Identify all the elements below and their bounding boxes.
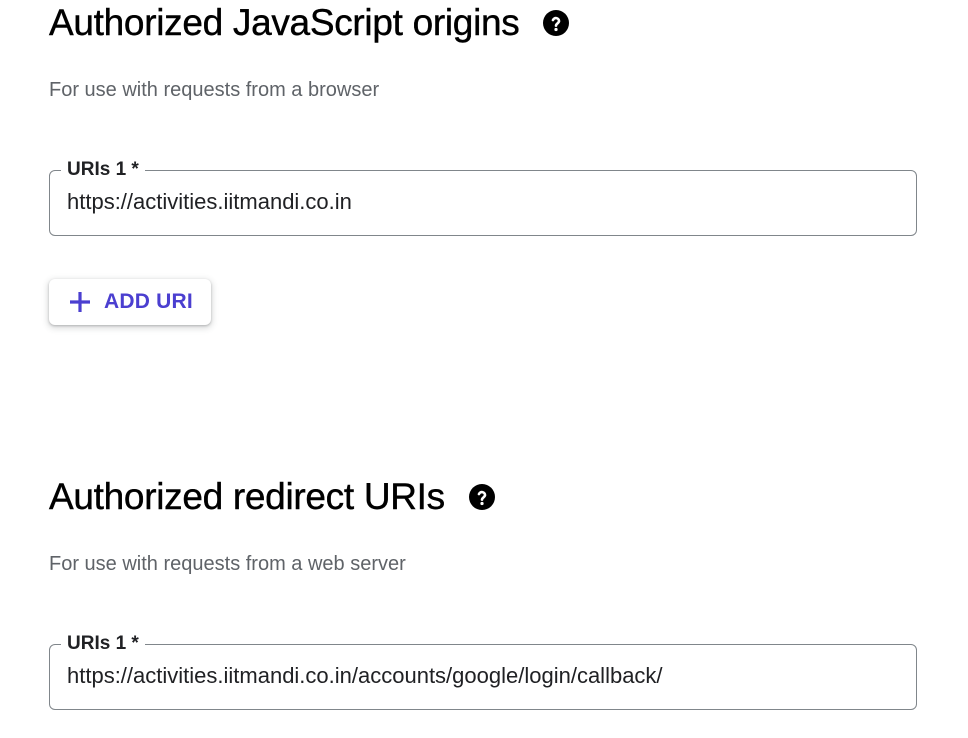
redirect-uri-input[interactable] — [67, 661, 897, 691]
js-origins-heading-row: Authorized JavaScript origins — [49, 0, 919, 46]
js-origins-section: Authorized JavaScript origins For use wi… — [49, 0, 919, 325]
js-origins-subtitle: For use with requests from a browser — [49, 79, 380, 101]
js-origins-title: Authorized JavaScript origins — [49, 2, 520, 43]
js-origin-uri-input[interactable] — [67, 187, 897, 217]
js-origin-uri-field[interactable]: URIs 1 * — [49, 157, 917, 236]
js-origin-uri-label: URIs 1 * — [61, 157, 145, 183]
redirect-uris-title: Authorized redirect URIs — [49, 476, 446, 517]
redirect-uri-label: URIs 1 * — [61, 631, 145, 657]
help-circle-icon[interactable] — [543, 10, 570, 36]
add-uri-button[interactable]: ADD URI — [49, 279, 211, 325]
add-uri-label: ADD URI — [104, 290, 193, 313]
oauth-client-settings: Authorized JavaScript origins For use wi… — [0, 0, 968, 738]
plus-icon — [68, 290, 92, 314]
redirect-uris-heading-row: Authorized redirect URIs — [49, 474, 919, 520]
help-circle-icon[interactable] — [468, 484, 495, 510]
redirect-uri-field[interactable]: URIs 1 * — [49, 631, 917, 710]
redirect-uris-subtitle: For use with requests from a web server — [49, 553, 406, 575]
redirect-uris-section: Authorized redirect URIs For use with re… — [49, 474, 919, 710]
